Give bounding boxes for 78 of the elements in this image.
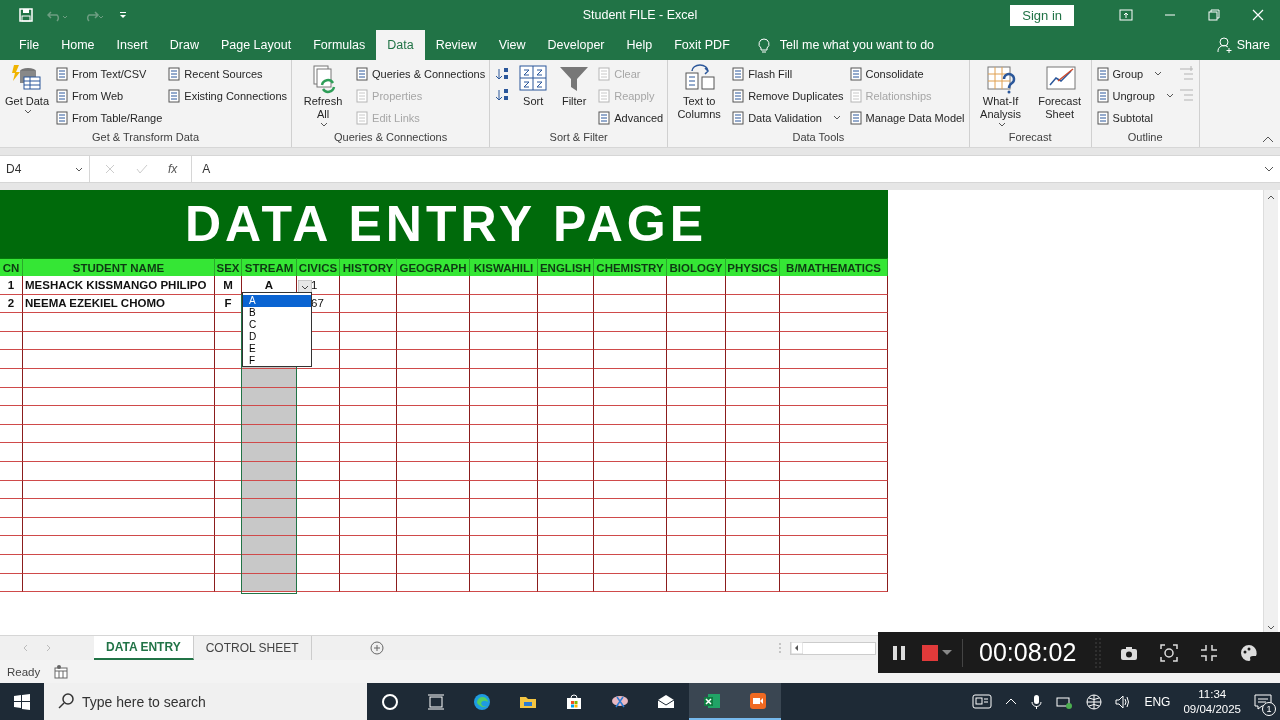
search-field[interactable]: Type here to search [44, 683, 367, 720]
status-text: Ready [7, 665, 41, 678]
column-header: CHEMISTRY [594, 258, 667, 276]
ribbon-tab[interactable]: Draw [158, 30, 210, 60]
column-header: BIOLOGY [667, 258, 726, 276]
ribbon-tab[interactable]: Home [50, 30, 106, 60]
ribbon-button[interactable]: Text to Columns [672, 63, 727, 121]
group-label: Forecast [1007, 130, 1053, 145]
column-header: B/MATHEMATICS [780, 258, 888, 276]
table-cell: 1 [0, 276, 23, 295]
group-label: Get & Transform Data [91, 130, 200, 145]
ribbon-button[interactable]: Existing Connections [167, 85, 288, 106]
language-indicator[interactable]: ENG [1144, 694, 1171, 709]
dropdown-option[interactable]: C [243, 319, 311, 331]
table-cell: MESHACK KISSMANGO PHILIPO [23, 276, 215, 295]
table-cell: NEEMA EZEKIEL CHOMO [23, 294, 215, 314]
name-box[interactable]: D4 [0, 156, 90, 182]
ribbon-tab[interactable]: Page Layout [209, 30, 303, 60]
ribbon-tab[interactable]: View [487, 30, 537, 60]
insert-function-button[interactable]: fx [168, 162, 178, 176]
column-header: GEOGRAPH [397, 258, 470, 276]
ribbon-button[interactable]: Group [1095, 63, 1174, 84]
notification-badge: 1 [1262, 702, 1276, 716]
tell-me-field[interactable]: Tell me what you want to do [779, 38, 935, 52]
ribbon-tab[interactable]: File [8, 30, 51, 60]
ribbon-button[interactable]: Recent Sources [167, 63, 288, 84]
column-header: ENGLISH [538, 258, 594, 276]
window-title: Student FILE - Excel [582, 8, 698, 22]
ribbon-button[interactable]: Advanced [597, 107, 664, 128]
ribbon-button[interactable]: Sort [515, 63, 552, 108]
column-header: SEX [215, 258, 242, 276]
column-header: CIVICS [297, 258, 340, 276]
share-button[interactable]: Share [1236, 38, 1270, 52]
column-header: STREAM [242, 258, 297, 276]
column-header: PHYSICS [726, 258, 780, 276]
ribbon-tab[interactable]: Data [376, 30, 425, 60]
column-header: HISTORY [340, 258, 397, 276]
sign-in-button[interactable]: Sign in [1010, 4, 1074, 26]
group-label: Queries & Connections [333, 130, 449, 145]
ribbon-button[interactable]: What-If Analysis [973, 63, 1028, 128]
clock[interactable]: 11:34 09/04/2025 [1183, 686, 1241, 717]
ribbon-button[interactable]: Refresh All [296, 63, 351, 128]
ribbon-button[interactable]: Forecast Sheet [1032, 63, 1087, 121]
ribbon-button[interactable]: Ungroup [1095, 85, 1174, 106]
group-label: Data Tools [791, 130, 846, 145]
column-header: CN [0, 258, 23, 276]
ribbon-tab[interactable]: Foxit PDF [663, 30, 741, 60]
ribbon-button[interactable]: Flash Fill [731, 63, 844, 84]
recording-timer: 00:08:02 [979, 638, 1077, 667]
ribbon-button[interactable]: Get Data [4, 63, 51, 115]
ribbon-button[interactable]: Data Validation [731, 107, 844, 128]
group-label: Sort & Filter [548, 130, 609, 145]
table-cell: M [215, 276, 242, 295]
ribbon-button[interactable]: Queries & Connections [355, 63, 486, 84]
column-header: KISWAHILI [470, 258, 538, 276]
ribbon-button[interactable]: Manage Data Model [848, 107, 965, 128]
ribbon-tab[interactable]: Formulas [302, 30, 377, 60]
dropdown-option[interactable]: A [243, 295, 311, 307]
ribbon-tab[interactable]: Developer [536, 30, 616, 60]
sheet-title: DATA ENTRY PAGE [0, 190, 888, 258]
ribbon-button[interactable]: From Table/Range [55, 107, 163, 128]
sheet-tab[interactable]: DATA ENTRY [94, 636, 194, 660]
column-header: STUDENT NAME [23, 258, 215, 276]
ribbon-tab[interactable]: Help [615, 30, 664, 60]
ribbon-button[interactable]: Subtotal [1095, 107, 1174, 128]
group-label: Outline [1126, 130, 1164, 145]
ribbon-button[interactable]: Consolidate [848, 63, 965, 84]
table-cell: 2 [0, 294, 23, 314]
ribbon-button[interactable]: Filter [556, 63, 593, 108]
ribbon-tab[interactable]: Review [424, 30, 488, 60]
dropdown-option[interactable]: E [243, 343, 311, 355]
ribbon-button[interactable]: Remove Duplicates [731, 85, 844, 106]
formula-field[interactable]: A [192, 162, 1264, 176]
dropdown-option[interactable]: D [243, 331, 311, 343]
ribbon-button[interactable]: From Text/CSV [55, 63, 163, 84]
ribbon-button[interactable]: From Web [55, 85, 163, 106]
ribbon-tab[interactable]: Insert [105, 30, 159, 60]
dropdown-option[interactable]: F [243, 355, 311, 367]
